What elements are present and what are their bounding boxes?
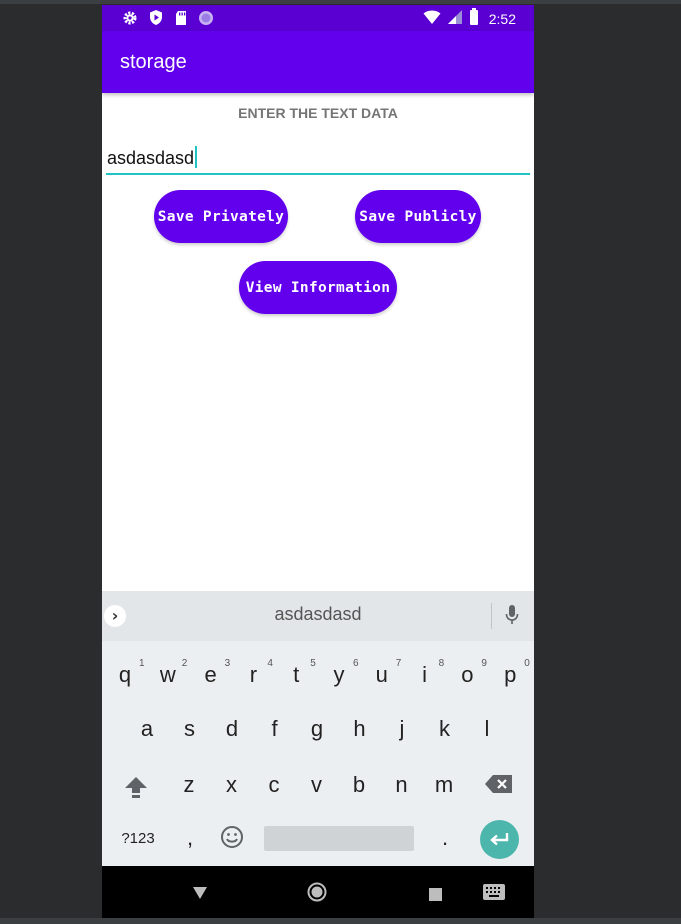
wifi-icon (423, 9, 441, 29)
soft-keyboard: › asdasdasd ?123 , . q1w2e3r4t5y6u 7 i 8… (102, 591, 534, 866)
text-data-value: asdasdasd (107, 148, 195, 168)
sd-card-icon (174, 10, 188, 30)
key-m[interactable]: m (424, 772, 464, 798)
key-f[interactable]: f (255, 716, 295, 742)
suggestion-divider (491, 603, 492, 629)
key-a[interactable]: a (127, 716, 167, 742)
key-v[interactable]: v (297, 772, 337, 798)
enter-arrow-icon (490, 833, 509, 846)
recents-square-icon[interactable] (429, 886, 442, 905)
circle-badge-icon (198, 10, 214, 30)
key-hint-6: 6 (353, 658, 359, 669)
key-hint-5: 5 (310, 658, 316, 669)
key-g[interactable]: g (297, 716, 337, 742)
shift-key[interactable] (116, 773, 156, 807)
home-circle-icon[interactable] (307, 882, 327, 906)
status-icons-left (122, 9, 214, 30)
space-key[interactable] (264, 826, 414, 851)
period-key[interactable]: . (425, 825, 465, 851)
enter-key[interactable] (480, 820, 519, 859)
key-b[interactable]: b (339, 772, 379, 798)
suggestion-word[interactable]: asdasdasd (102, 604, 534, 625)
key-l[interactable]: l (467, 716, 507, 742)
key-j[interactable]: j (382, 716, 422, 742)
symbols-key[interactable]: ?123 (116, 830, 160, 847)
key-k[interactable]: k (425, 716, 465, 742)
save-privately-button[interactable]: Save Privately (154, 190, 288, 243)
key-hint-0: 0 (524, 658, 530, 669)
ide-bottom-border (0, 918, 681, 924)
key-x[interactable]: x (212, 772, 252, 798)
comma-key[interactable]: , (170, 825, 210, 851)
signal-icon (447, 9, 463, 29)
key-hint-9: 9 (481, 658, 487, 669)
status-bar: 2:52 (102, 5, 534, 31)
view-information-button[interactable]: View Information (239, 261, 397, 314)
app-bar: storage (102, 31, 534, 93)
key-h[interactable]: h (340, 716, 380, 742)
navigation-bar (102, 866, 534, 918)
key-z[interactable]: z (169, 772, 209, 798)
ide-top-border (0, 0, 681, 4)
key-hint-2: 2 (181, 658, 188, 669)
key-hint-1: 1 (139, 658, 145, 669)
back-triangle-icon[interactable] (192, 885, 208, 904)
key-hint-3: 3 (224, 658, 231, 669)
key-hint-7: 7 (395, 658, 402, 669)
key-d[interactable]: d (212, 716, 252, 742)
backspace-key[interactable] (479, 773, 519, 801)
key-hint-8: 8 (438, 658, 445, 669)
app-title: storage (120, 51, 187, 73)
emoji-key[interactable] (212, 825, 252, 855)
key-s[interactable]: s (170, 716, 210, 742)
save-publicly-button[interactable]: Save Publicly (355, 190, 481, 243)
key-c[interactable]: c (254, 772, 294, 798)
text-data-input[interactable]: asdasdasd (106, 145, 530, 175)
key-n[interactable]: n (382, 772, 422, 798)
shield-play-icon (148, 9, 164, 30)
status-icons-right: 2:52 (423, 8, 516, 29)
microphone-icon[interactable] (504, 604, 520, 630)
text-caret (195, 146, 198, 168)
keyboard-switch-icon[interactable] (483, 884, 505, 904)
status-time: 2:52 (488, 10, 516, 27)
key-hint-4: 4 (267, 658, 273, 669)
gear-icon (122, 10, 138, 30)
phone-screen: 2:52 storage ENTER THE TEXT DATA asdasda… (102, 5, 534, 918)
battery-icon (469, 8, 479, 29)
suggestion-strip: › asdasdasd (102, 591, 534, 641)
enter-text-label: ENTER THE TEXT DATA (238, 105, 398, 121)
